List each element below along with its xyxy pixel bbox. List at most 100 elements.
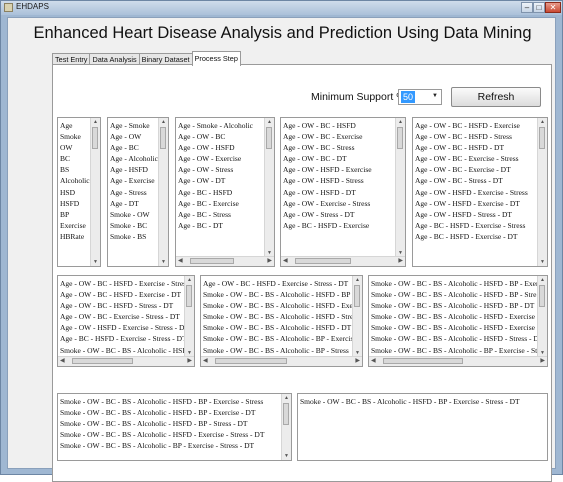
list-item[interactable]: Age - OW - HSFD - Exercise - Stress - DT <box>60 322 192 333</box>
list-item[interactable]: Age - OW - BC - Exercise <box>283 131 372 142</box>
list-item[interactable]: Smoke - OW - BC - BS - Alcoholic - HSFD … <box>371 278 539 289</box>
list-item[interactable]: Smoke - OW - BC - BS - Alcoholic - HSFD … <box>371 322 539 333</box>
list-item[interactable]: Age - OW - Exercise <box>178 153 253 164</box>
refresh-button[interactable]: Refresh <box>451 87 541 107</box>
list-item[interactable]: Smoke - OW - BC - BS - Alcoholic - HSFD … <box>203 322 362 333</box>
scroll-left-icon[interactable]: ◀ <box>283 257 288 266</box>
horizontal-scrollbar[interactable]: ◀ ▶ <box>58 356 194 366</box>
horizontal-scrollbar[interactable]: ◀ ▶ <box>369 356 547 366</box>
list-item[interactable]: BS <box>60 164 90 175</box>
scroll-thumb[interactable] <box>215 358 287 364</box>
scroll-right-icon[interactable]: ▶ <box>540 357 545 366</box>
tab-process-step[interactable]: Process Step <box>191 51 241 66</box>
vertical-scrollbar[interactable]: ▲ ▼ <box>184 276 194 357</box>
list-item[interactable]: Age - Exercise <box>110 175 158 186</box>
list-item[interactable]: HSD <box>60 187 90 198</box>
list-item[interactable]: Age - OW - BC - HSFD - DT <box>415 142 528 153</box>
scroll-right-icon[interactable]: ▶ <box>187 357 192 366</box>
list-item[interactable]: Age - OW - HSFD - Stress <box>283 175 372 186</box>
list-item[interactable]: Age - HSFD <box>110 164 158 175</box>
list-item[interactable]: Age - BC - DT <box>178 220 253 231</box>
list-item[interactable]: Age - OW - BC - HSFD - Exercise - DT <box>60 289 192 300</box>
itemset-list-9[interactable]: Smoke - OW - BC - BS - Alcoholic - HSFD … <box>57 393 292 461</box>
list-item[interactable]: Age <box>60 120 90 131</box>
itemset-list-1[interactable]: Age Smoke OW BC BS Alcoholic HSD HSFD BP Exercise… <box>57 117 101 267</box>
vertical-scrollbar[interactable]: ▲ ▼ <box>90 118 100 266</box>
list-item[interactable]: HBRate <box>60 231 90 242</box>
scroll-thumb[interactable] <box>397 127 403 149</box>
list-item[interactable]: HSFD <box>60 198 90 209</box>
scroll-right-icon[interactable]: ▶ <box>355 357 360 366</box>
list-item[interactable]: OW <box>60 142 90 153</box>
scroll-up-icon[interactable]: ▲ <box>282 395 291 401</box>
list-item[interactable]: Age - OW - BC - HSFD - Exercise - Stress <box>60 278 192 289</box>
scroll-thumb[interactable] <box>72 358 133 364</box>
scroll-left-icon[interactable]: ◀ <box>178 257 183 266</box>
scroll-left-icon[interactable]: ◀ <box>60 357 65 366</box>
list-item[interactable]: Smoke - OW - BC - BS - Alcoholic - HSFD … <box>60 396 264 407</box>
list-item[interactable]: Age - BC - HSFD - Exercise - DT <box>415 231 528 242</box>
scroll-thumb[interactable] <box>92 127 98 149</box>
list-item[interactable]: Alcoholic <box>60 175 90 186</box>
vertical-scrollbar[interactable]: ▲ ▼ <box>264 118 274 257</box>
scroll-left-icon[interactable]: ◀ <box>203 357 208 366</box>
scroll-up-icon[interactable]: ▲ <box>538 277 547 283</box>
list-item[interactable]: Age - OW - BC - HSFD - Stress <box>415 131 528 142</box>
list-item[interactable]: Smoke - OW - BC - BS - Alcoholic - HSFD … <box>300 396 520 407</box>
list-item[interactable]: Smoke - OW - BC - BS - Alcoholic - HSFD … <box>203 300 362 311</box>
scroll-up-icon[interactable]: ▲ <box>91 119 100 125</box>
list-item[interactable]: Smoke - BC <box>110 220 158 231</box>
list-item[interactable]: Age - Alcoholic <box>110 153 158 164</box>
list-item[interactable]: Smoke <box>60 131 90 142</box>
scroll-thumb[interactable] <box>190 258 234 264</box>
list-item[interactable]: BC <box>60 153 90 164</box>
scroll-thumb[interactable] <box>160 127 166 149</box>
list-item[interactable]: Age - BC - Exercise <box>178 198 253 209</box>
list-item[interactable]: Age - OW - BC - HSFD - Exercise <box>415 120 528 131</box>
scroll-thumb[interactable] <box>539 285 545 307</box>
itemset-list-5[interactable]: Age - OW - BC - HSFD - Exercise Age - OW … <box>412 117 548 267</box>
list-item[interactable]: Smoke - OW - BC - BS - Alcoholic - BP - … <box>60 440 264 451</box>
list-item[interactable]: Age - OW - HSFD <box>178 142 253 153</box>
scroll-up-icon[interactable]: ▲ <box>538 119 547 125</box>
list-item[interactable]: Age - OW - BC - HSFD - Stress - DT <box>60 300 192 311</box>
scroll-thumb[interactable] <box>295 258 351 264</box>
list-item[interactable]: Age - OW - BC - Stress <box>283 142 372 153</box>
list-item[interactable]: Age - OW - BC - Stress - DT <box>415 175 528 186</box>
scroll-left-icon[interactable]: ◀ <box>371 357 376 366</box>
scroll-thumb[interactable] <box>383 358 463 364</box>
maximize-button[interactable]: □ <box>533 2 545 13</box>
list-item[interactable]: Smoke - OW - BC - BS - Alcoholic - HSFD <box>60 345 192 356</box>
list-item[interactable]: Age - OW - BC - Exercise - Stress <box>415 153 528 164</box>
list-item[interactable]: Age - OW - Exercise - Stress <box>283 198 372 209</box>
vertical-scrollbar[interactable]: ▲ ▼ <box>395 118 405 257</box>
list-item[interactable]: Age - BC - Stress <box>178 209 253 220</box>
list-item[interactable]: Age - OW - BC - Exercise - Stress - DT <box>60 311 192 322</box>
list-item[interactable]: Age - BC - HSFD - Exercise <box>283 220 372 231</box>
list-item[interactable]: Age - OW - BC - HSFD <box>283 120 372 131</box>
scroll-right-icon[interactable]: ▶ <box>267 257 272 266</box>
scroll-down-icon[interactable]: ▼ <box>282 453 291 459</box>
list-item[interactable]: Age - OW - HSFD - Exercise <box>283 164 372 175</box>
itemset-list-3[interactable]: Age - Smoke - Alcoholic Age - OW - BC Age … <box>175 117 275 267</box>
list-item[interactable]: Age - OW - Stress - DT <box>283 209 372 220</box>
list-item[interactable]: Smoke - OW - BC - BS - Alcoholic - BP - … <box>203 333 362 344</box>
list-item[interactable]: Age - BC - HSFD <box>178 187 253 198</box>
scroll-down-icon[interactable]: ▼ <box>538 259 547 265</box>
scroll-thumb[interactable] <box>539 127 545 149</box>
scroll-thumb[interactable] <box>283 403 289 425</box>
itemset-list-7[interactable]: Age - OW - BC - HSFD - Exercise - Stress… <box>200 275 363 367</box>
title-bar[interactable]: EHDAPS – □ ✕ <box>1 1 562 15</box>
scroll-up-icon[interactable]: ▲ <box>396 119 405 125</box>
itemset-list-4[interactable]: Age - OW - BC - HSFD Age - OW - BC - Exer… <box>280 117 406 267</box>
scroll-thumb[interactable] <box>266 127 272 149</box>
scroll-down-icon[interactable]: ▼ <box>159 259 168 265</box>
minimize-button[interactable]: – <box>521 2 533 13</box>
scroll-up-icon[interactable]: ▲ <box>353 277 362 283</box>
itemset-list-2[interactable]: Age - Smoke Age - OW Age - BC Age - Alcohol… <box>107 117 169 267</box>
list-item[interactable]: Age - Smoke <box>110 120 158 131</box>
list-item[interactable]: Age - BC - HSFD - Exercise - Stress <box>415 220 528 231</box>
list-item[interactable]: Smoke - OW - BC - BS - Alcoholic - HSFD … <box>60 418 264 429</box>
list-item[interactable]: Smoke - OW - BC - BS - Alcoholic - HSFD … <box>60 407 264 418</box>
horizontal-scrollbar[interactable]: ◀ ▶ <box>281 256 405 266</box>
